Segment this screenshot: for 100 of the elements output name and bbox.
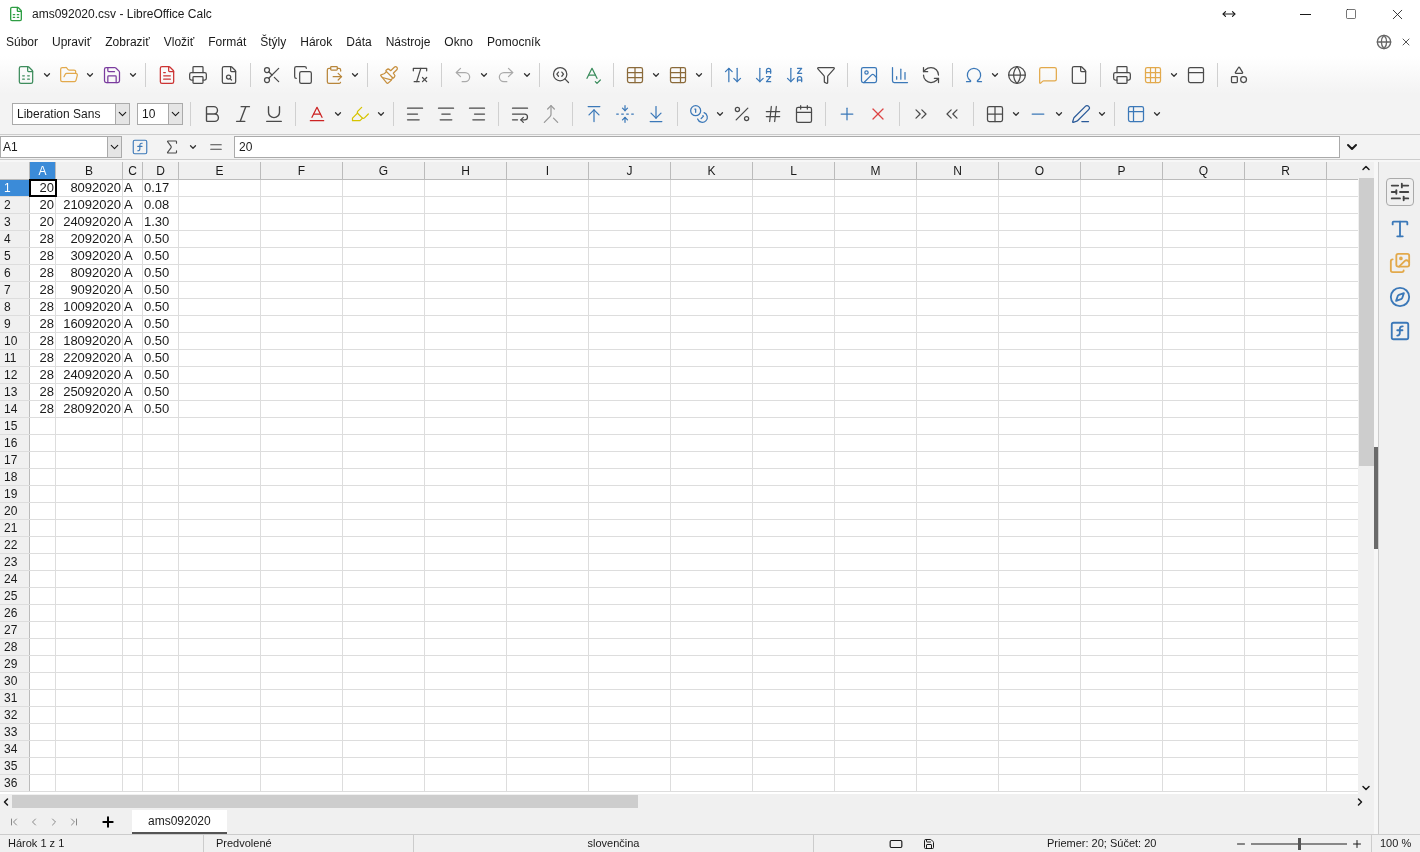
row-header[interactable]: 33 <box>0 724 30 740</box>
menu-item[interactable]: Pomocník <box>480 33 548 51</box>
column-header[interactable]: M <box>835 162 917 179</box>
row-header[interactable]: 14 <box>0 401 30 417</box>
row-header[interactable]: 32 <box>0 707 30 723</box>
first-sheet-icon[interactable] <box>8 816 20 828</box>
column-header[interactable]: C <box>123 162 143 179</box>
dropdown-caret-icon[interactable] <box>1097 109 1107 119</box>
dropdown-caret-icon[interactable] <box>42 70 52 80</box>
row-header[interactable]: 17 <box>0 452 30 468</box>
close-document-icon[interactable] <box>1400 36 1412 48</box>
dropdown-caret-icon[interactable] <box>350 70 360 80</box>
column-header[interactable]: D <box>143 162 179 179</box>
dropdown-caret-icon[interactable] <box>188 142 198 152</box>
menu-item[interactable]: Dáta <box>339 33 379 51</box>
horizontal-scrollbar-thumb[interactable] <box>12 795 638 808</box>
column-header[interactable]: P <box>1081 162 1163 179</box>
menu-item[interactable]: Okno <box>437 33 481 51</box>
row-header[interactable]: 26 <box>0 605 30 621</box>
menu-item[interactable]: Vložiť <box>156 33 202 51</box>
dropdown-caret-icon[interactable] <box>522 70 532 80</box>
column-header[interactable]: L <box>753 162 835 179</box>
dropdown-caret-icon[interactable] <box>333 109 343 119</box>
row-header[interactable]: 3 <box>0 214 30 230</box>
dropdown-caret-icon[interactable] <box>128 70 138 80</box>
dropdown-caret-icon[interactable] <box>479 70 489 80</box>
dropdown-caret-icon[interactable] <box>85 70 95 80</box>
row-header[interactable]: 20 <box>0 503 30 519</box>
column-header[interactable]: J <box>589 162 671 179</box>
row-header[interactable]: 2 <box>0 197 30 213</box>
row-header[interactable]: 9 <box>0 316 30 332</box>
dropdown-caret-icon[interactable] <box>1011 109 1021 119</box>
menu-item[interactable]: Zobraziť <box>98 33 157 51</box>
row-header[interactable]: 10 <box>0 333 30 349</box>
row-header[interactable]: 21 <box>0 520 30 536</box>
dropdown-caret-icon[interactable] <box>1152 109 1162 119</box>
row-header[interactable]: 15 <box>0 418 30 434</box>
column-header[interactable]: B <box>56 162 123 179</box>
row-header[interactable]: 13 <box>0 384 30 400</box>
menu-item[interactable]: Súbor <box>6 33 46 51</box>
row-header[interactable]: 25 <box>0 588 30 604</box>
sheet-tab[interactable]: ams092020 <box>132 810 227 834</box>
row-header[interactable]: 28 <box>0 639 30 655</box>
row-header[interactable]: 8 <box>0 299 30 315</box>
row-header[interactable]: 24 <box>0 571 30 587</box>
properties-icon[interactable] <box>1385 178 1414 206</box>
zoom-slider-thumb[interactable] <box>1298 837 1301 850</box>
last-sheet-icon[interactable] <box>68 816 80 828</box>
row-header[interactable]: 22 <box>0 537 30 553</box>
menu-item[interactable]: Upraviť <box>45 33 99 51</box>
column-header[interactable]: N <box>917 162 999 179</box>
row-header[interactable]: 30 <box>0 673 30 689</box>
dropdown-caret-icon[interactable] <box>651 70 661 80</box>
dropdown-caret-icon[interactable] <box>990 70 1000 80</box>
row-header[interactable]: 36 <box>0 775 30 791</box>
menu-item[interactable]: Hárok <box>293 33 340 51</box>
name-box[interactable]: A1 <box>0 136 122 158</box>
dropdown-caret-icon[interactable] <box>376 109 386 119</box>
menu-item[interactable]: Formát <box>201 33 254 51</box>
row-header[interactable]: 18 <box>0 469 30 485</box>
row-header[interactable]: 5 <box>0 248 30 264</box>
row-header[interactable]: 1 <box>0 180 30 196</box>
globe-icon[interactable] <box>1376 34 1392 50</box>
row-header[interactable]: 12 <box>0 367 30 383</box>
row-header[interactable]: 19 <box>0 486 30 502</box>
row-header[interactable]: 27 <box>0 622 30 638</box>
column-header[interactable]: E <box>179 162 261 179</box>
row-header[interactable]: 16 <box>0 435 30 451</box>
column-header[interactable]: A <box>30 162 56 179</box>
menu-item[interactable]: Štýly <box>253 33 294 51</box>
dropdown-caret-icon[interactable] <box>694 70 704 80</box>
navigator-icon[interactable] <box>1388 286 1411 308</box>
menu-item[interactable]: Nástroje <box>378 33 438 51</box>
row-header[interactable]: 11 <box>0 350 30 366</box>
row-header[interactable]: 7 <box>0 282 30 298</box>
dropdown-caret-icon[interactable] <box>1054 109 1064 119</box>
row-header[interactable]: 6 <box>0 265 30 281</box>
formula-input-field[interactable]: 20 <box>234 136 1340 158</box>
row-header[interactable]: 31 <box>0 690 30 706</box>
dropdown-caret-icon[interactable] <box>1169 70 1179 80</box>
dropdown-caret-icon[interactable] <box>715 109 725 119</box>
column-header[interactable]: Q <box>1163 162 1245 179</box>
vertical-scrollbar-thumb[interactable] <box>1358 178 1374 466</box>
row-header[interactable]: 23 <box>0 554 30 570</box>
row-header[interactable]: 4 <box>0 231 30 247</box>
font-size-field[interactable]: 10 <box>137 103 183 125</box>
row-header[interactable]: 29 <box>0 656 30 672</box>
functions-icon[interactable] <box>1388 320 1411 342</box>
row-header[interactable]: 34 <box>0 741 30 757</box>
row-header[interactable]: 35 <box>0 758 30 774</box>
zoom-in-icon[interactable] <box>1351 837 1363 850</box>
column-header[interactable]: I <box>507 162 589 179</box>
column-header[interactable]: H <box>425 162 507 179</box>
add-sheet-icon[interactable] <box>100 814 116 830</box>
column-header[interactable]: G <box>343 162 425 179</box>
column-header[interactable]: O <box>999 162 1081 179</box>
column-header[interactable]: F <box>261 162 343 179</box>
column-header[interactable]: K <box>671 162 753 179</box>
column-header[interactable]: R <box>1245 162 1327 179</box>
font-name-field[interactable]: Liberation Sans <box>12 103 130 125</box>
